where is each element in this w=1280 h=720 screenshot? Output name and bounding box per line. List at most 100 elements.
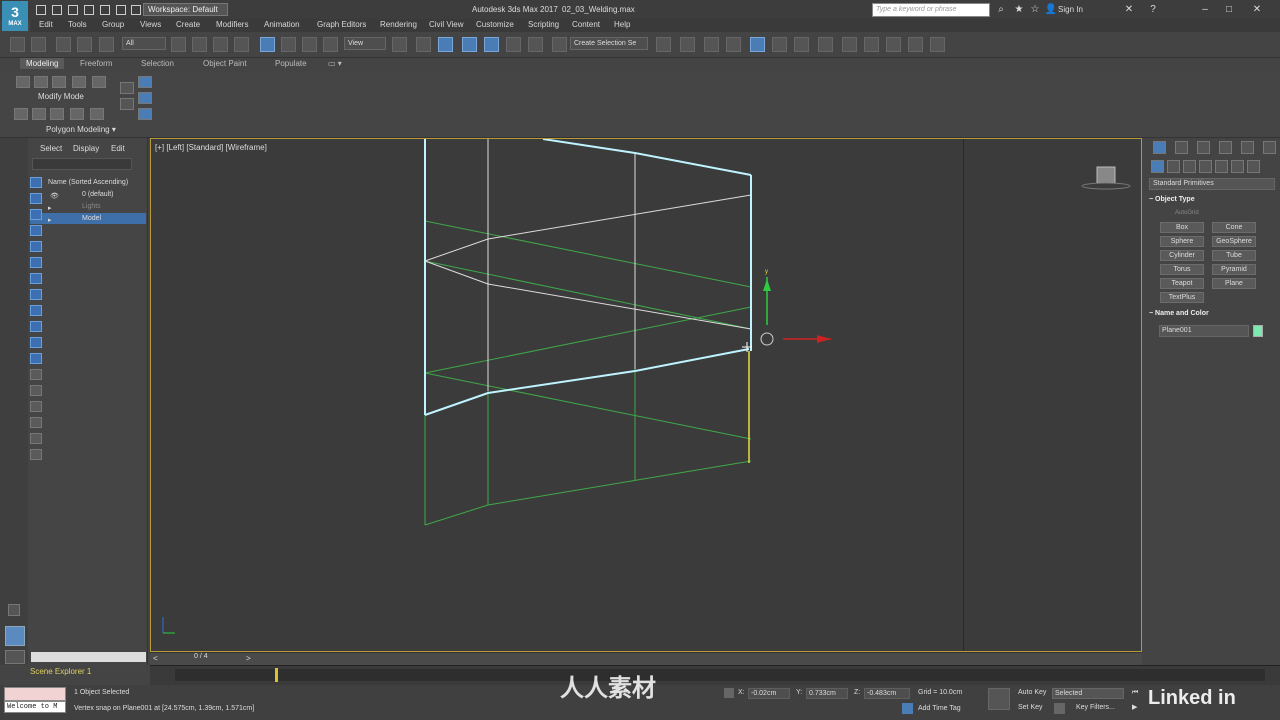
bind-space-warp-icon[interactable] bbox=[99, 37, 114, 52]
search-input[interactable]: Type a keyword or phrase bbox=[872, 3, 990, 17]
object-name-input[interactable]: Plane001 bbox=[1159, 325, 1249, 337]
z-coordinate-input[interactable]: -0.483cm bbox=[864, 688, 910, 699]
unlink-icon[interactable] bbox=[77, 37, 92, 52]
ribbon-tool-2-icon[interactable] bbox=[32, 108, 46, 120]
key-filter-icon[interactable] bbox=[1054, 703, 1065, 714]
spacewarps-icon[interactable] bbox=[1231, 160, 1244, 173]
redo-qa-icon[interactable] bbox=[100, 5, 110, 15]
autogrid-checkbox[interactable]: AutoGrid bbox=[1175, 210, 1199, 216]
tab-modeling[interactable]: Modeling bbox=[20, 58, 65, 69]
sphere-button[interactable]: Sphere bbox=[1160, 236, 1204, 247]
rotate-icon[interactable] bbox=[281, 37, 296, 52]
maxscript-listener-input[interactable] bbox=[4, 687, 66, 701]
maximize-button[interactable]: □ bbox=[1222, 3, 1236, 17]
set-key-icon[interactable] bbox=[988, 688, 1010, 710]
minimize-button[interactable]: – bbox=[1198, 3, 1212, 17]
menu-customize[interactable]: Customize bbox=[476, 20, 514, 29]
display-groups-icon[interactable] bbox=[30, 289, 42, 300]
display-shapes-icon[interactable] bbox=[30, 209, 42, 220]
polygon-mode-icon[interactable] bbox=[72, 76, 86, 88]
menu-content[interactable]: Content bbox=[572, 20, 600, 29]
object-color-swatch[interactable] bbox=[1253, 325, 1263, 337]
select-object-icon[interactable] bbox=[171, 37, 186, 52]
close-button[interactable]: ✕ bbox=[1250, 3, 1264, 17]
tab-selection[interactable]: Selection bbox=[141, 59, 174, 68]
geosphere-button[interactable]: GeoSphere bbox=[1212, 236, 1256, 247]
lock-selection-icon[interactable] bbox=[724, 688, 734, 698]
redo-icon[interactable] bbox=[31, 37, 46, 52]
undo-qa-icon[interactable] bbox=[84, 5, 94, 15]
keyboard-shortcut-override-icon[interactable] bbox=[438, 37, 453, 52]
display-containers-icon[interactable] bbox=[30, 337, 42, 348]
column-header-name[interactable]: Name (Sorted Ascending) bbox=[30, 177, 146, 188]
scene-explorer-name[interactable]: Scene Explorer 1 bbox=[30, 667, 91, 676]
lock-icon[interactable] bbox=[30, 449, 42, 460]
new-file-icon[interactable] bbox=[36, 5, 46, 15]
funnel-icon[interactable] bbox=[30, 433, 42, 444]
y-coordinate-input[interactable]: 0.733cm bbox=[806, 688, 848, 699]
menu-modifiers[interactable]: Modifiers bbox=[216, 20, 248, 29]
menu-rendering[interactable]: Rendering bbox=[380, 20, 417, 29]
expand-lights-icon[interactable]: ▸ bbox=[48, 204, 52, 212]
visibility-eye-icon[interactable]: 👁 bbox=[50, 192, 59, 200]
se-tab-select[interactable]: Select bbox=[40, 144, 62, 153]
ribbon-options-icon[interactable]: ▭ ▾ bbox=[328, 59, 342, 68]
track-bar[interactable] bbox=[150, 665, 1280, 685]
schematic-view-icon[interactable] bbox=[794, 37, 809, 52]
display-xrefs-icon[interactable] bbox=[30, 305, 42, 316]
toggle-ribbon-icon[interactable] bbox=[726, 37, 741, 52]
display-none-icon[interactable] bbox=[30, 177, 42, 188]
menu-civil-view[interactable]: Civil View bbox=[429, 20, 464, 29]
name-color-rollout[interactable]: − Name and Color bbox=[1149, 310, 1275, 317]
render-iterative-icon[interactable] bbox=[908, 37, 923, 52]
layer-row-default[interactable]: 0 (default) bbox=[30, 189, 146, 200]
menu-scripting[interactable]: Scripting bbox=[528, 20, 559, 29]
layer-manager-icon[interactable] bbox=[704, 37, 719, 52]
align-icon[interactable] bbox=[680, 37, 695, 52]
edge-mode-icon[interactable] bbox=[34, 76, 48, 88]
display-all-icon[interactable] bbox=[30, 385, 42, 396]
polygon-modeling-dropdown[interactable]: Polygon Modeling ▾ bbox=[46, 125, 116, 134]
x-coordinate-input[interactable]: -0.02cm bbox=[748, 688, 790, 699]
element-mode-icon[interactable] bbox=[92, 76, 106, 88]
menu-graph-editors[interactable]: Graph Editors bbox=[317, 20, 366, 29]
tab-object-paint[interactable]: Object Paint bbox=[203, 59, 247, 68]
time-slider-handle[interactable]: 0 / 4 bbox=[194, 653, 208, 660]
menu-tools[interactable]: Tools bbox=[68, 20, 87, 29]
teapot-button[interactable]: Teapot bbox=[1160, 278, 1204, 289]
render-production-icon[interactable] bbox=[886, 37, 901, 52]
play-icon[interactable]: ▶ bbox=[1132, 703, 1137, 714]
wireframe-canvas[interactable]: y bbox=[151, 139, 1141, 651]
select-by-name-icon[interactable] bbox=[192, 37, 207, 52]
snaps-toggle-icon[interactable] bbox=[462, 37, 477, 52]
torus-button[interactable]: Torus bbox=[1160, 264, 1204, 275]
app-logo-icon[interactable]: 3 MAX bbox=[2, 1, 28, 31]
ribbon-tool-8-icon[interactable] bbox=[138, 76, 152, 88]
named-selection-dropdown[interactable]: Create Selection Se bbox=[570, 37, 648, 50]
textplus-button[interactable]: TextPlus bbox=[1160, 292, 1204, 303]
display-frozen-icon[interactable] bbox=[30, 353, 42, 364]
expand-model-icon[interactable]: ▸ bbox=[48, 216, 52, 224]
percent-snap-icon[interactable] bbox=[506, 37, 521, 52]
cameras-icon[interactable] bbox=[1199, 160, 1212, 173]
favorites-icon[interactable]: ★ bbox=[1012, 3, 1026, 17]
search-icon[interactable]: ⌕ bbox=[994, 3, 1008, 17]
filter-icon[interactable] bbox=[30, 417, 42, 428]
display-bones-icon[interactable] bbox=[30, 321, 42, 332]
add-time-tag-button[interactable]: Add Time Tag bbox=[918, 705, 961, 712]
tab-populate[interactable]: Populate bbox=[275, 59, 307, 68]
ribbon-tool-1-icon[interactable] bbox=[14, 108, 28, 120]
create-tab-icon[interactable] bbox=[1153, 141, 1166, 154]
helpers-icon[interactable] bbox=[1215, 160, 1228, 173]
cone-button[interactable]: Cone bbox=[1212, 222, 1256, 233]
menu-create[interactable]: Create bbox=[176, 20, 200, 29]
set-key-button[interactable]: Set Key bbox=[1018, 703, 1043, 714]
help-icon[interactable]: ? bbox=[1146, 3, 1160, 17]
scene-explorer-search-input[interactable] bbox=[32, 158, 132, 170]
ribbon-tool-4-icon[interactable] bbox=[70, 108, 84, 120]
open-file-icon[interactable] bbox=[52, 5, 62, 15]
pyramid-button[interactable]: Pyramid bbox=[1212, 264, 1256, 275]
window-crossing-icon[interactable] bbox=[234, 37, 249, 52]
selection-filter-dropdown[interactable]: All bbox=[122, 37, 166, 50]
scale-icon[interactable] bbox=[302, 37, 317, 52]
